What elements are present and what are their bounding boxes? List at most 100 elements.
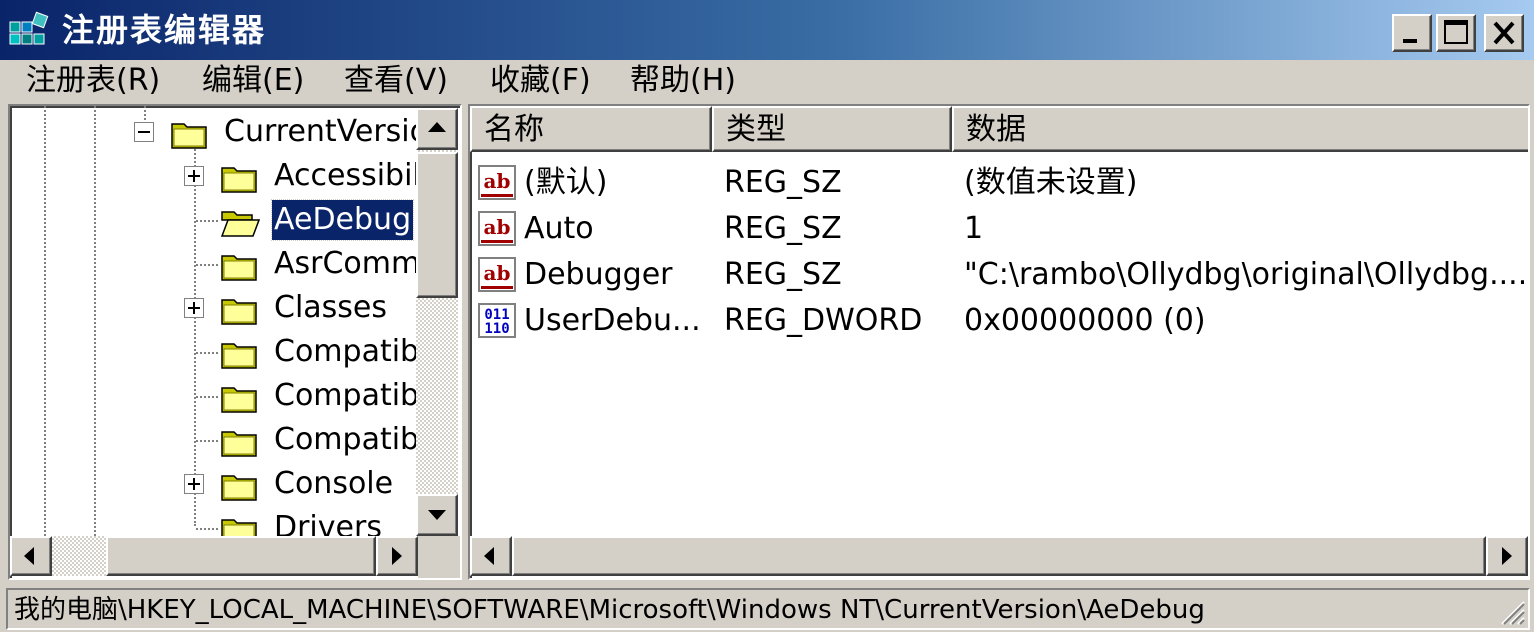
value-type: REG_SZ — [724, 257, 842, 292]
menu-registry[interactable]: 注册表(R) — [22, 62, 164, 100]
tree-item-label: AeDebug — [270, 199, 415, 241]
tree-item-compatibility-2[interactable]: Compatibi — [10, 374, 427, 418]
value-name: Auto — [524, 211, 594, 246]
tree-line — [196, 396, 218, 398]
tree-item-label: Compatibi — [274, 378, 428, 413]
tree-item-classes[interactable]: Classes — [10, 286, 418, 330]
svg-text:ab: ab — [484, 261, 511, 285]
folder-icon — [221, 255, 257, 281]
value-row[interactable]: ab (默认) REG_SZ (数值未设置) — [470, 160, 1528, 206]
title-bar[interactable]: 注册表编辑器 — [0, 0, 1534, 60]
string-value-icon: ab — [478, 165, 516, 200]
arrow-right-icon — [1502, 547, 1512, 565]
scroll-up-button[interactable] — [416, 108, 458, 150]
tree-line — [196, 264, 218, 266]
svg-text:ab: ab — [484, 169, 511, 193]
scroll-left-button[interactable] — [470, 536, 512, 576]
tree-item-label: CurrentVersio — [224, 114, 428, 149]
close-button[interactable] — [1484, 14, 1524, 52]
folder-icon — [221, 387, 257, 413]
value-data: "C:\rambo\Ollydbg\original\Ollydbg.... — [964, 257, 1524, 292]
menu-view[interactable]: 查看(V) — [340, 62, 452, 100]
arrow-down-icon — [428, 510, 446, 520]
folder-icon — [171, 123, 207, 149]
tree-item-label: Accessibili — [274, 158, 430, 193]
value-name: Debugger — [524, 257, 673, 292]
binary-value-icon: 011 110 — [478, 303, 516, 338]
tree-line — [196, 220, 218, 222]
arrow-right-icon — [392, 547, 402, 565]
menu-favorites[interactable]: 收藏(F) — [486, 62, 595, 100]
expand-icon[interactable] — [184, 166, 204, 186]
status-bar: 我的电脑\HKEY_LOCAL_MACHINE\SOFTWARE\Microso… — [6, 588, 1530, 630]
open-folder-icon — [220, 211, 260, 237]
value-data: 0x00000000 (0) — [964, 303, 1206, 338]
tree-line — [196, 352, 218, 354]
folder-icon — [221, 475, 257, 501]
value-data: 1 — [964, 211, 984, 246]
value-row[interactable]: ab Debugger REG_SZ "C:\rambo\Ollydbg\ori… — [470, 252, 1528, 298]
value-name: UserDebu... — [524, 303, 701, 338]
tree-item-label: Compatibi — [274, 334, 428, 369]
scroll-down-button[interactable] — [416, 494, 458, 536]
value-type: REG_SZ — [724, 165, 842, 200]
column-header-name[interactable]: 名称 — [470, 106, 712, 152]
tree-item-asrcommands[interactable]: AsrComm — [10, 242, 420, 286]
regedit-icon — [9, 11, 49, 45]
collapse-icon[interactable] — [134, 122, 154, 142]
tree-item-label: Console — [274, 466, 394, 501]
expand-icon[interactable] — [184, 298, 204, 318]
value-type: REG_SZ — [724, 211, 842, 246]
arrow-left-icon — [484, 547, 494, 565]
tree-item-aedebug[interactable]: AeDebug — [10, 198, 418, 242]
tree-item-console[interactable]: Console — [10, 462, 418, 506]
value-row[interactable]: ab Auto REG_SZ 1 — [470, 206, 1528, 252]
tree-line — [196, 528, 218, 530]
maximize-button[interactable] — [1436, 14, 1476, 52]
arrow-left-icon — [24, 547, 34, 565]
key-tree[interactable]: CurrentVersio Accessibili AeDebug AsrCom… — [8, 104, 462, 580]
tree-item-compatibility-3[interactable]: Compatibi — [10, 418, 427, 462]
column-header-data[interactable]: 数据 — [952, 106, 1528, 152]
value-row[interactable]: 011 110 UserDebu... REG_DWORD 0x00000000… — [470, 298, 1528, 344]
svg-text:ab: ab — [484, 215, 511, 239]
value-data: (数值未设置) — [964, 165, 1138, 200]
resize-grip-icon[interactable] — [1496, 596, 1526, 626]
window-title: 注册表编辑器 — [62, 11, 267, 49]
menu-edit[interactable]: 编辑(E) — [198, 62, 308, 100]
close-icon — [1493, 21, 1515, 45]
scroll-thumb[interactable] — [416, 152, 458, 298]
folder-icon — [221, 343, 257, 369]
scroll-right-button[interactable] — [376, 536, 418, 576]
tree-item-label: Classes — [274, 290, 388, 325]
tree-item-accessibility[interactable]: Accessibili — [10, 154, 429, 198]
value-type: REG_DWORD — [724, 303, 923, 338]
tree-item-label: AsrComm — [274, 246, 421, 281]
folder-icon — [221, 167, 257, 193]
tree-line — [196, 440, 218, 442]
menu-help[interactable]: 帮助(H) — [626, 62, 740, 100]
folder-icon — [221, 299, 257, 325]
minimize-button[interactable] — [1392, 14, 1432, 52]
current-key-path: 我的电脑\HKEY_LOCAL_MACHINE\SOFTWARE\Microso… — [14, 595, 1205, 625]
string-value-icon: ab — [478, 211, 516, 246]
scroll-left-button[interactable] — [10, 536, 52, 576]
column-header-type[interactable]: 类型 — [712, 106, 952, 152]
tree-item-label: Compatibi — [274, 422, 428, 457]
folder-icon — [221, 431, 257, 457]
arrow-up-icon — [428, 122, 446, 132]
tree-item-currentversion[interactable]: CurrentVersio — [10, 110, 428, 154]
expand-icon[interactable] — [184, 474, 204, 494]
values-list[interactable]: 名称 类型 数据 ab (默认) REG_SZ (数值未设置) ab Auto … — [468, 104, 1530, 580]
scroll-corner — [418, 536, 460, 578]
scroll-thumb[interactable] — [106, 536, 376, 576]
minimize-icon — [1403, 39, 1417, 43]
maximize-icon — [1444, 20, 1468, 44]
value-name: (默认) — [524, 165, 608, 200]
string-value-icon: ab — [478, 257, 516, 292]
tree-item-compatibility[interactable]: Compatibi — [10, 330, 427, 374]
scroll-right-button[interactable] — [1486, 536, 1528, 576]
svg-text:110: 110 — [484, 321, 509, 337]
menu-bar: 注册表(R) 编辑(E) 查看(V) 收藏(F) 帮助(H) — [0, 60, 1534, 102]
scroll-thumb[interactable] — [512, 536, 1486, 576]
